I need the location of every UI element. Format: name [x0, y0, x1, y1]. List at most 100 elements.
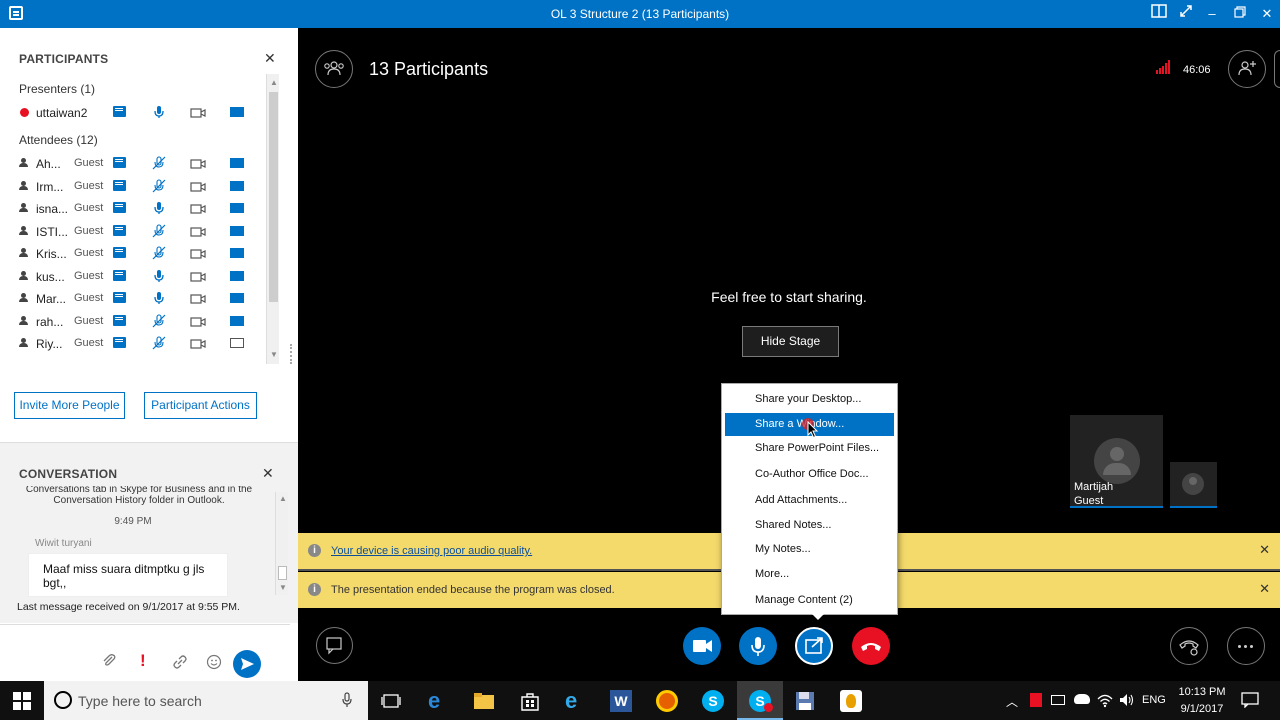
chat-icon[interactable]	[113, 337, 126, 348]
more-options-button[interactable]	[1227, 627, 1265, 665]
menu-item-add-attachments[interactable]: Add Attachments...	[725, 489, 894, 512]
close-window-button[interactable]: ✕	[1256, 4, 1278, 24]
video-icon[interactable]	[190, 316, 206, 327]
screen-share-icon[interactable]	[230, 338, 244, 348]
mute-button[interactable]	[739, 627, 777, 665]
volume-icon[interactable]	[1118, 692, 1134, 708]
edge-icon[interactable]: e	[428, 690, 450, 712]
video-icon[interactable]	[190, 338, 206, 349]
microphone-icon[interactable]	[152, 269, 166, 283]
message-input-area[interactable]: !	[0, 624, 290, 681]
present-button[interactable]	[795, 627, 833, 665]
invite-more-people-button[interactable]: Invite More People	[14, 392, 125, 419]
call-controls-button[interactable]	[1170, 627, 1208, 665]
fullscreen-icon[interactable]	[1175, 4, 1197, 24]
chat-icon[interactable]	[113, 106, 126, 117]
skype-business-taskbar-item[interactable]: S	[737, 681, 783, 720]
clock-date[interactable]: 9/1/2017	[1172, 703, 1232, 715]
restore-button[interactable]	[1229, 4, 1251, 24]
audio-warning-link[interactable]: Your device is causing poor audio qualit…	[331, 545, 532, 557]
dismiss-audio-banner-icon[interactable]: ✕	[1259, 542, 1270, 558]
menu-item-more[interactable]: More...	[725, 563, 894, 586]
screen-share-icon[interactable]	[230, 270, 244, 281]
add-participant-button[interactable]	[1228, 50, 1266, 88]
screen-share-icon[interactable]	[230, 203, 244, 213]
menu-item-shared-notes[interactable]: Shared Notes...	[725, 514, 894, 537]
chat-icon[interactable]	[113, 179, 126, 191]
conversation-scrollbar[interactable]: ▲ ▼	[275, 492, 288, 595]
self-video-tile[interactable]	[1170, 462, 1217, 508]
minimize-button[interactable]: –	[1201, 4, 1223, 24]
firefox-icon[interactable]	[656, 690, 678, 712]
participant-row[interactable]: Mar... Guest	[0, 287, 266, 309]
video-icon[interactable]	[190, 271, 206, 282]
chat-icon[interactable]	[113, 157, 126, 168]
participant-row[interactable]: kus... Guest	[0, 265, 266, 287]
tray-device-icon[interactable]	[1051, 695, 1065, 705]
microphone-muted-icon[interactable]	[152, 223, 166, 238]
screen-share-icon[interactable]	[230, 158, 244, 168]
video-icon[interactable]	[190, 158, 206, 169]
screen-share-icon[interactable]	[230, 248, 244, 258]
microphone-muted-icon[interactable]	[152, 313, 166, 328]
video-icon[interactable]	[190, 248, 206, 259]
microphone-icon[interactable]	[152, 105, 166, 119]
hang-up-button[interactable]	[852, 627, 890, 665]
tray-app-icon[interactable]	[1030, 693, 1042, 707]
menu-item-my-notes[interactable]: My Notes...	[725, 538, 894, 561]
screen-share-icon[interactable]	[230, 225, 244, 236]
microphone-icon[interactable]	[152, 201, 166, 215]
menu-item-co-author[interactable]: Co-Author Office Doc...	[725, 463, 894, 486]
participant-row[interactable]: uttaiwan2	[0, 101, 266, 123]
compact-view-icon[interactable]	[1148, 4, 1170, 24]
microphone-muted-icon[interactable]	[152, 178, 166, 193]
video-icon[interactable]	[190, 293, 206, 304]
internet-explorer-icon[interactable]: e	[565, 690, 587, 712]
open-conversation-button[interactable]	[316, 627, 353, 664]
video-icon[interactable]	[190, 181, 206, 192]
panel-resize-grip[interactable]	[290, 344, 293, 364]
menu-item-manage-content[interactable]: Manage Content (2)	[725, 589, 894, 612]
microphone-muted-icon[interactable]	[152, 336, 166, 350]
participant-actions-button[interactable]: Participant Actions	[144, 392, 257, 419]
menu-item-share-powerpoint[interactable]: Share PowerPoint Files...	[725, 437, 894, 460]
taskbar-search-box[interactable]: Type here to search	[44, 681, 368, 720]
microphone-muted-icon[interactable]	[152, 156, 166, 170]
participant-row[interactable]: Kris... Guest	[0, 242, 266, 264]
emoticon-icon[interactable]	[206, 654, 222, 670]
video-icon[interactable]	[190, 107, 206, 118]
store-icon[interactable]	[519, 690, 541, 712]
microphone-icon[interactable]	[342, 692, 352, 708]
chat-icon[interactable]	[113, 247, 126, 258]
participant-row[interactable]: ISTI... Guest	[0, 220, 266, 242]
chat-icon[interactable]	[113, 224, 126, 236]
chat-icon[interactable]	[113, 202, 126, 213]
video-button[interactable]	[683, 627, 721, 665]
chat-icon[interactable]	[113, 314, 126, 326]
close-conversation-icon[interactable]: ✕	[262, 465, 274, 482]
hide-stage-button[interactable]: Hide Stage	[742, 326, 839, 357]
video-tile[interactable]: Martijah Guest	[1070, 415, 1163, 508]
media-app-icon[interactable]	[840, 690, 862, 712]
menu-item-share-desktop[interactable]: Share your Desktop...	[725, 388, 894, 411]
file-explorer-icon[interactable]	[473, 690, 495, 712]
participant-row[interactable]: isna... Guest	[0, 197, 266, 219]
microphone-icon[interactable]	[152, 291, 166, 305]
windows-start-icon[interactable]	[12, 691, 32, 711]
screen-share-icon[interactable]	[230, 107, 244, 117]
high-importance-icon[interactable]: !	[140, 651, 146, 671]
side-panel-toggle[interactable]	[1274, 50, 1280, 88]
word-icon[interactable]: W	[610, 690, 632, 712]
video-icon[interactable]	[190, 203, 206, 214]
chat-icon[interactable]	[113, 269, 126, 281]
task-view-icon[interactable]	[380, 690, 402, 712]
action-center-icon[interactable]	[1241, 692, 1259, 709]
floppy-app-icon[interactable]	[794, 690, 816, 712]
microphone-muted-icon[interactable]	[152, 246, 166, 260]
screen-share-icon[interactable]	[230, 293, 244, 303]
send-button[interactable]	[233, 650, 261, 678]
chat-icon[interactable]	[113, 292, 126, 303]
onedrive-icon[interactable]	[1074, 694, 1090, 704]
participant-row[interactable]: Irm... Guest	[0, 175, 266, 197]
participants-roster-button[interactable]	[315, 50, 353, 88]
